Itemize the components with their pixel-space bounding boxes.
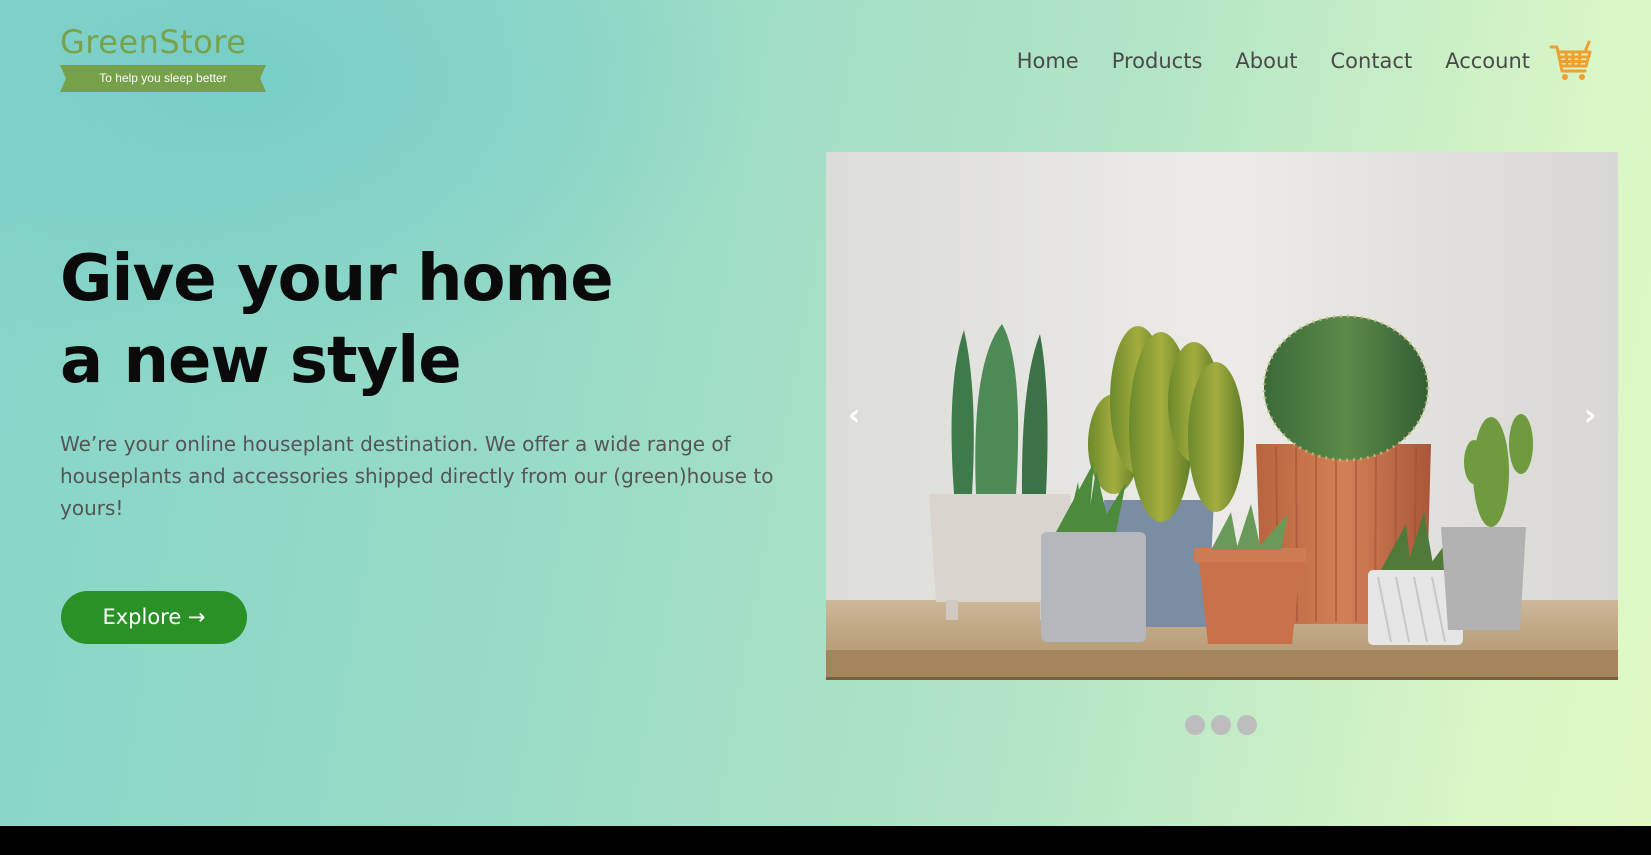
- image-carousel: ‹ ›: [826, 152, 1618, 680]
- carousel-next-button[interactable]: ›: [1575, 396, 1605, 436]
- carousel-dot-1[interactable]: [1185, 715, 1205, 735]
- nav-contact[interactable]: Contact: [1331, 46, 1413, 76]
- carousel-indicators: [1185, 715, 1263, 735]
- hero-description: We’re your online houseplant destination…: [60, 432, 774, 520]
- carousel-dot-3[interactable]: [1237, 715, 1257, 735]
- brand-tagline: To help you sleep better: [99, 71, 227, 85]
- nav-about[interactable]: About: [1235, 46, 1297, 76]
- nav-products[interactable]: Products: [1112, 46, 1203, 76]
- brand-tagline-ribbon: To help you sleep better: [60, 65, 266, 92]
- brand-logo[interactable]: GreenStore To help you sleep better: [60, 24, 266, 92]
- hero-title: Give your home a new style: [60, 238, 780, 402]
- carousel-prev-button[interactable]: ‹: [839, 396, 869, 436]
- nav-home[interactable]: Home: [1017, 46, 1079, 76]
- explore-button[interactable]: Explore →: [61, 591, 247, 644]
- shopping-cart-icon[interactable]: [1549, 40, 1593, 84]
- main-nav: Home Products About Contact Account: [984, 46, 1530, 76]
- brand-name: GreenStore: [60, 23, 247, 61]
- hero-title-line-1: Give your home: [60, 242, 614, 316]
- page-background: GreenStore To help you sleep better Home…: [0, 0, 1651, 826]
- hero-title-line-2: a new style: [60, 324, 462, 398]
- nav-account[interactable]: Account: [1445, 46, 1530, 76]
- carousel-dot-2[interactable]: [1211, 715, 1231, 735]
- carousel-slide-cactus-pots: [826, 152, 1618, 680]
